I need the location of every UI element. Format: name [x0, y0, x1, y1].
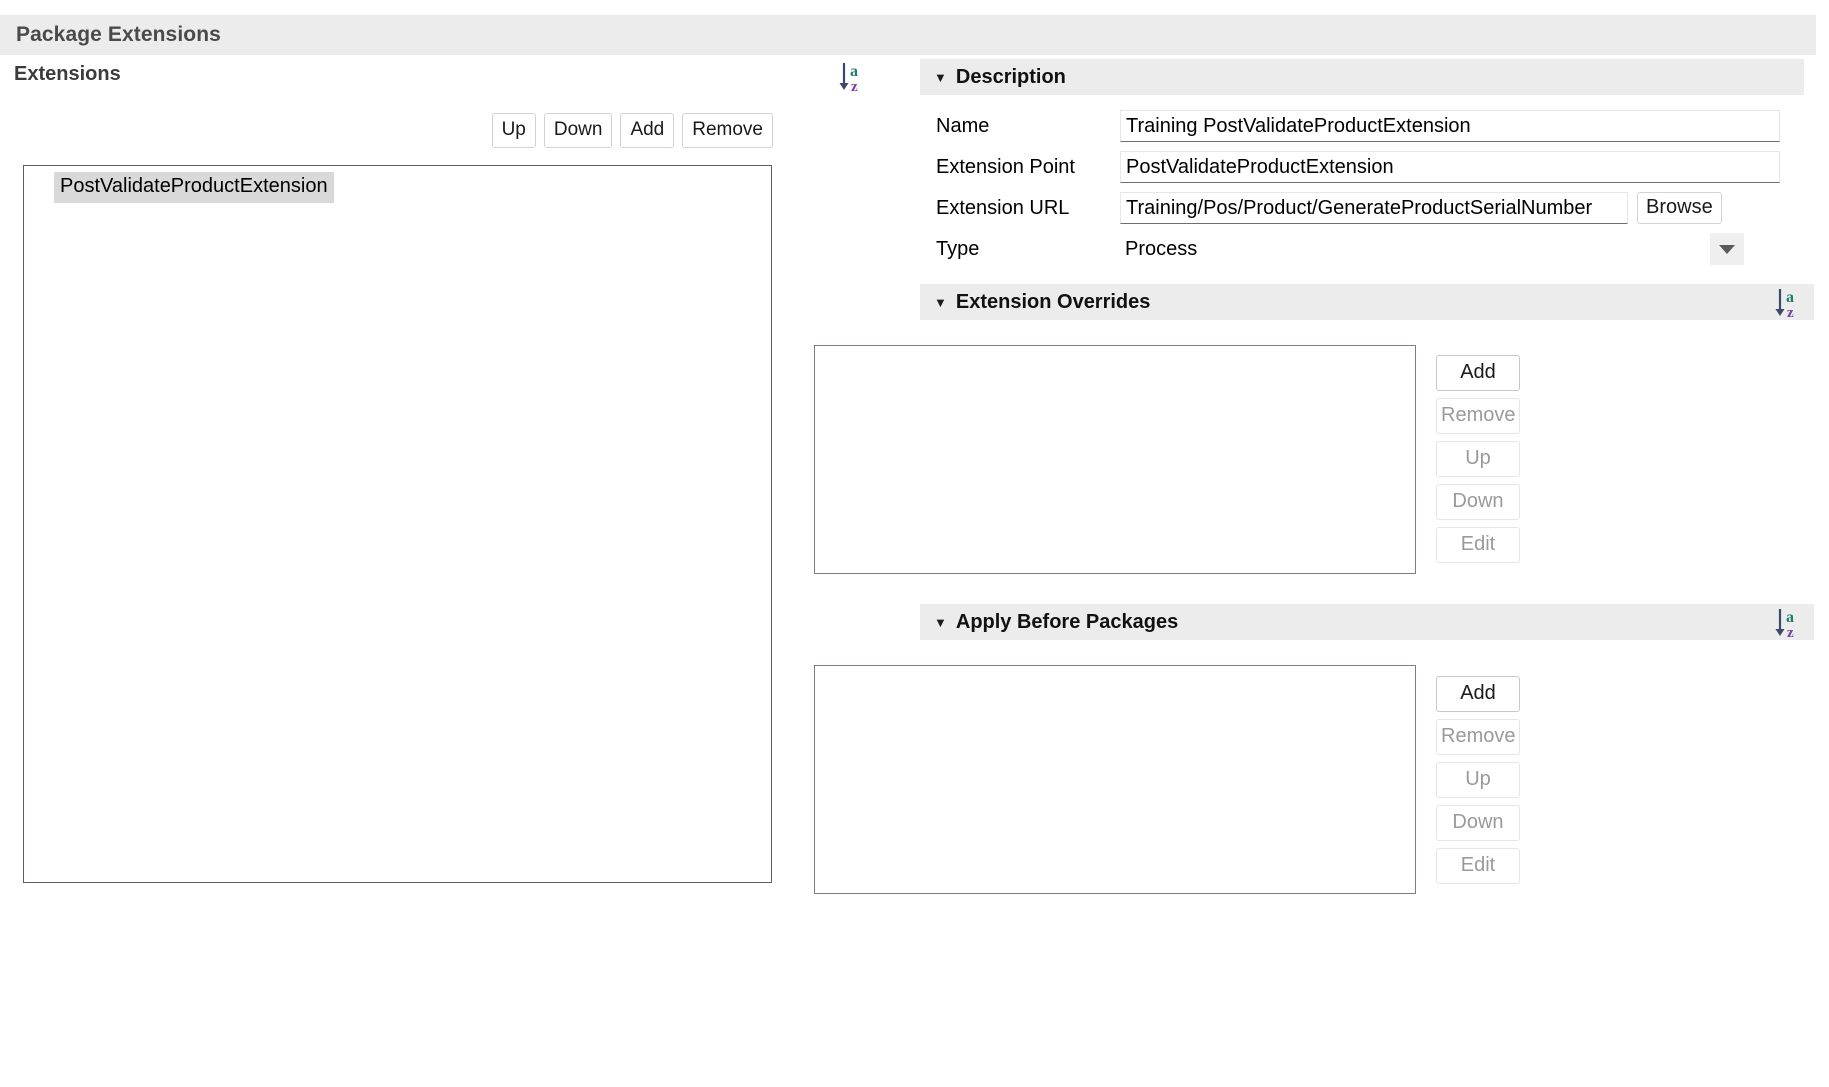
sort-a-z-icon[interactable]: a z — [1773, 606, 1803, 640]
chevron-down-icon[interactable]: ▼ — [934, 616, 947, 629]
extensions-list[interactable]: PostValidateProductExtension — [23, 165, 772, 883]
apply-before-packages-buttons: Add Remove Up Down Edit — [1436, 676, 1520, 884]
svg-text:a: a — [1786, 609, 1794, 626]
type-row: Type Process — [920, 233, 1829, 265]
sort-a-z-icon[interactable]: a z — [837, 60, 867, 94]
type-dropdown-button[interactable] — [1710, 233, 1744, 265]
svg-text:a: a — [1786, 289, 1794, 306]
apply-before-packages-section-header[interactable]: ▼ Apply Before Packages a z — [920, 603, 1814, 640]
extension-url-row: Extension URL Browse — [920, 192, 1829, 224]
extensions-remove-button[interactable]: Remove — [682, 113, 773, 148]
extension-overrides-section-title: Extension Overrides — [955, 290, 1151, 313]
details-panel: ▼ Description Name Extension Point Exten… — [814, 55, 1829, 1087]
extensions-heading: Extensions — [14, 63, 121, 85]
browse-button[interactable]: Browse — [1637, 192, 1722, 224]
extension-overrides-edit-button[interactable]: Edit — [1436, 527, 1520, 563]
svg-text:z: z — [1787, 305, 1794, 320]
apply-before-packages-up-button[interactable]: Up — [1436, 762, 1520, 798]
extension-overrides-buttons: Add Remove Up Down Edit — [1436, 355, 1520, 563]
extension-overrides-up-button[interactable]: Up — [1436, 441, 1520, 477]
extension-overrides-remove-button[interactable]: Remove — [1436, 398, 1520, 434]
chevron-down-icon[interactable]: ▼ — [934, 296, 947, 309]
apply-before-packages-list[interactable] — [814, 665, 1416, 894]
chevron-down-icon — [1719, 244, 1735, 254]
extension-point-input[interactable] — [1120, 151, 1780, 183]
apply-before-packages-add-button[interactable]: Add — [1436, 676, 1520, 712]
sort-a-z-icon[interactable]: a z — [1773, 286, 1803, 320]
svg-text:z: z — [1787, 625, 1794, 640]
chevron-down-icon[interactable]: ▼ — [934, 71, 947, 84]
extension-overrides-down-button[interactable]: Down — [1436, 484, 1520, 520]
type-value: Process — [1125, 237, 1198, 260]
extension-url-input[interactable] — [1120, 192, 1628, 224]
extension-overrides-list[interactable] — [814, 345, 1416, 574]
extensions-down-button[interactable]: Down — [543, 113, 613, 148]
name-row: Name — [920, 110, 1829, 142]
window-title-bar: Package Extensions — [0, 14, 1816, 55]
description-section-header[interactable]: ▼ Description — [920, 58, 1804, 95]
extension-point-row: Extension Point — [920, 151, 1829, 183]
extension-point-label: Extension Point — [936, 155, 1075, 178]
extensions-toolbar: Up Down Add Remove — [491, 113, 773, 148]
name-input[interactable] — [1120, 110, 1780, 142]
apply-before-packages-remove-button[interactable]: Remove — [1436, 719, 1520, 755]
page-title: Package Extensions — [16, 23, 221, 46]
extensions-panel: Extensions a z Up Down Add Remove PostVa… — [0, 55, 920, 1087]
apply-before-packages-down-button[interactable]: Down — [1436, 805, 1520, 841]
apply-before-packages-section-title: Apply Before Packages — [955, 610, 1179, 633]
svg-text:z: z — [851, 79, 858, 94]
apply-before-packages-edit-button[interactable]: Edit — [1436, 848, 1520, 884]
description-section-title: Description — [955, 65, 1066, 88]
extension-overrides-add-button[interactable]: Add — [1436, 355, 1520, 391]
list-item[interactable]: PostValidateProductExtension — [54, 172, 334, 203]
extension-overrides-section-header[interactable]: ▼ Extension Overrides a z — [920, 283, 1814, 320]
name-label: Name — [936, 114, 990, 137]
extension-url-label: Extension URL — [936, 196, 1070, 219]
type-label: Type — [936, 237, 980, 260]
extensions-add-button[interactable]: Add — [620, 113, 675, 148]
svg-text:a: a — [850, 63, 858, 80]
extensions-up-button[interactable]: Up — [491, 113, 536, 148]
